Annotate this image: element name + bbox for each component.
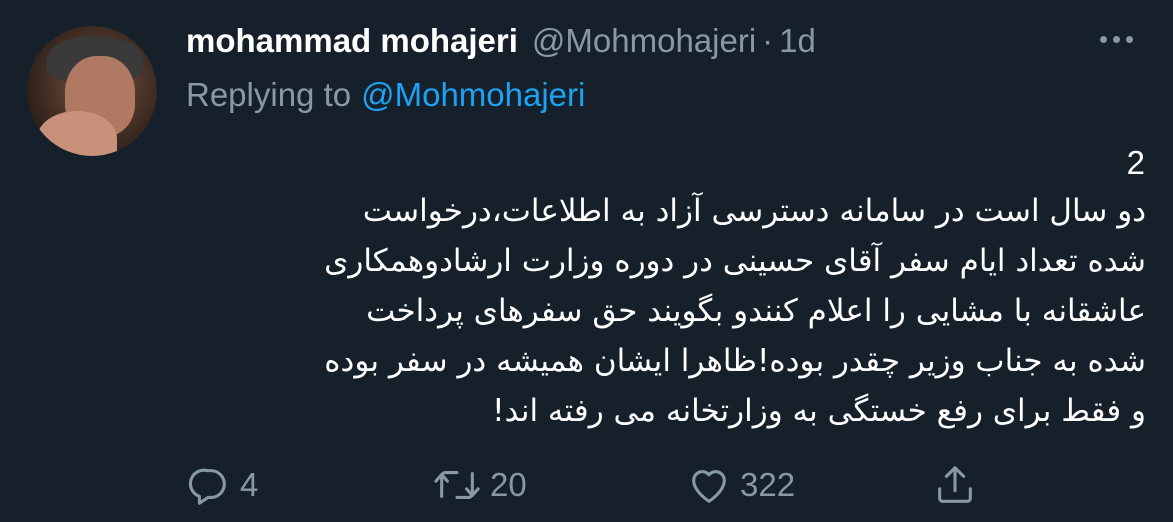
tweet-text: دو سال است در سامانه دسترسی آزاد به اطلا… — [324, 193, 1146, 429]
tweet: mohammad mohajeri @Mohmohajeri · 1d Repl… — [0, 0, 1173, 522]
reply-icon — [186, 462, 232, 508]
retweet-icon — [432, 462, 482, 508]
separator-dot: · — [762, 22, 774, 59]
share-icon — [932, 462, 978, 508]
more-dot — [1126, 36, 1133, 43]
reply-button[interactable]: 4 — [186, 462, 258, 508]
heart-icon — [686, 462, 732, 508]
like-count: 322 — [740, 466, 796, 503]
display-name[interactable]: mohammad mohajeri — [186, 22, 518, 60]
replying-label: Replying to — [186, 76, 352, 113]
replying-to: Replying to @Mohmohajeri — [186, 76, 585, 114]
user-handle[interactable]: @Mohmohajeri — [532, 22, 756, 60]
more-dot — [1113, 36, 1120, 43]
timestamp[interactable]: 1d — [779, 22, 816, 60]
avatar[interactable] — [27, 26, 157, 156]
replying-mention[interactable]: @Mohmohajeri — [361, 76, 585, 113]
reply-count: 4 — [240, 466, 259, 503]
action-bar: 4 20 322 — [186, 462, 986, 508]
like-button[interactable]: 322 — [686, 462, 795, 508]
more-dot — [1100, 36, 1107, 43]
retweet-count: 20 — [490, 466, 527, 503]
tweet-header: mohammad mohajeri @Mohmohajeri · 1d — [186, 22, 816, 62]
retweet-button[interactable]: 20 — [432, 462, 527, 508]
share-button[interactable] — [932, 462, 978, 508]
more-icon[interactable] — [1100, 36, 1133, 43]
thread-number: 2 — [1126, 144, 1145, 181]
